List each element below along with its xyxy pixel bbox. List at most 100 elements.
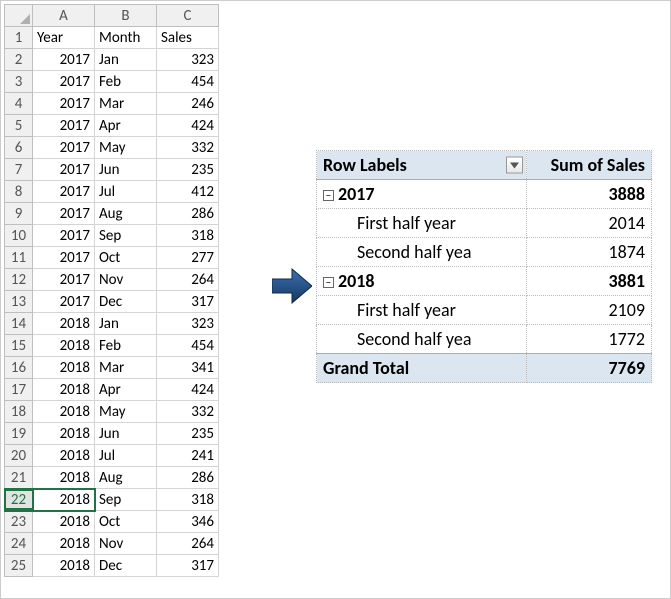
header-year[interactable]: Year [33,27,95,49]
row-header[interactable]: 4 [5,93,33,115]
cell-year[interactable]: 2017 [33,181,95,203]
cell-sales[interactable]: 264 [157,533,219,555]
row-header[interactable]: 5 [5,115,33,137]
cell-sales[interactable]: 317 [157,291,219,313]
cell-sales[interactable]: 454 [157,71,219,93]
pivot-year-label[interactable]: −2017 [317,180,527,209]
row-header[interactable]: 2 [5,49,33,71]
cell-month[interactable]: Jan [95,313,157,335]
row-header[interactable]: 23 [5,511,33,533]
cell-month[interactable]: Nov [95,533,157,555]
cell-month[interactable]: Jan [95,49,157,71]
header-month[interactable]: Month [95,27,157,49]
cell-month[interactable]: Jul [95,181,157,203]
cell-month[interactable]: Sep [95,489,157,511]
row-header[interactable]: 9 [5,203,33,225]
cell-year[interactable]: 2017 [33,49,95,71]
cell-month[interactable]: Feb [95,335,157,357]
row-header[interactable]: 19 [5,423,33,445]
cell-sales[interactable]: 323 [157,49,219,71]
pivot-row-labels-header[interactable]: Row Labels [317,151,527,180]
cell-sales[interactable]: 424 [157,115,219,137]
row-header[interactable]: 1 [5,27,33,49]
row-header[interactable]: 25 [5,555,33,577]
cell-sales[interactable]: 424 [157,379,219,401]
row-header[interactable]: 16 [5,357,33,379]
cell-month[interactable]: Apr [95,379,157,401]
cell-sales[interactable]: 318 [157,489,219,511]
cell-month[interactable]: Feb [95,71,157,93]
cell-year[interactable]: 2018 [33,467,95,489]
cell-year[interactable]: 2018 [33,511,95,533]
cell-year[interactable]: 2018 [33,357,95,379]
header-sales[interactable]: Sales [157,27,219,49]
row-header[interactable]: 13 [5,291,33,313]
cell-month[interactable]: Jun [95,159,157,181]
select-all-corner[interactable] [5,5,33,27]
cell-year[interactable]: 2018 [33,423,95,445]
row-header[interactable]: 12 [5,269,33,291]
row-header[interactable]: 18 [5,401,33,423]
row-header[interactable]: 22 [5,489,33,511]
cell-year[interactable]: 2017 [33,225,95,247]
cell-year[interactable]: 2017 [33,71,95,93]
cell-sales[interactable]: 246 [157,93,219,115]
cell-month[interactable]: Mar [95,93,157,115]
cell-month[interactable]: Oct [95,511,157,533]
cell-year[interactable]: 2018 [33,401,95,423]
cell-year[interactable]: 2018 [33,445,95,467]
row-header[interactable]: 3 [5,71,33,93]
cell-sales[interactable]: 323 [157,313,219,335]
cell-year[interactable]: 2017 [33,247,95,269]
row-header[interactable]: 6 [5,137,33,159]
cell-sales[interactable]: 454 [157,335,219,357]
row-header[interactable]: 21 [5,467,33,489]
cell-sales[interactable]: 286 [157,203,219,225]
row-header[interactable]: 24 [5,533,33,555]
cell-sales[interactable]: 346 [157,511,219,533]
cell-sales[interactable]: 264 [157,269,219,291]
cell-month[interactable]: Aug [95,203,157,225]
filter-dropdown-button[interactable] [506,157,523,174]
cell-sales[interactable]: 286 [157,467,219,489]
cell-year[interactable]: 2017 [33,93,95,115]
column-header-c[interactable]: C [157,5,219,27]
row-header[interactable]: 11 [5,247,33,269]
cell-sales[interactable]: 412 [157,181,219,203]
cell-month[interactable]: Dec [95,555,157,577]
cell-year[interactable]: 2018 [33,533,95,555]
cell-sales[interactable]: 332 [157,401,219,423]
pivot-year-label[interactable]: −2018 [317,267,527,296]
row-header[interactable]: 20 [5,445,33,467]
cell-year[interactable]: 2017 [33,291,95,313]
cell-sales[interactable]: 318 [157,225,219,247]
cell-month[interactable]: May [95,137,157,159]
cell-year[interactable]: 2018 [33,379,95,401]
cell-year[interactable]: 2018 [33,335,95,357]
cell-month[interactable]: Sep [95,225,157,247]
cell-year[interactable]: 2017 [33,159,95,181]
row-header[interactable]: 15 [5,335,33,357]
cell-year[interactable]: 2017 [33,115,95,137]
cell-sales[interactable]: 235 [157,423,219,445]
cell-month[interactable]: Jun [95,423,157,445]
row-header[interactable]: 7 [5,159,33,181]
cell-month[interactable]: Aug [95,467,157,489]
pivot-item-label[interactable]: Second half yea [317,325,527,354]
cell-year[interactable]: 2017 [33,137,95,159]
cell-sales[interactable]: 277 [157,247,219,269]
cell-sales[interactable]: 317 [157,555,219,577]
cell-sales[interactable]: 241 [157,445,219,467]
cell-month[interactable]: Apr [95,115,157,137]
cell-year[interactable]: 2017 [33,269,95,291]
cell-month[interactable]: Nov [95,269,157,291]
cell-sales[interactable]: 332 [157,137,219,159]
pivot-item-label[interactable]: First half year [317,296,527,325]
cell-sales[interactable]: 341 [157,357,219,379]
pivot-item-label[interactable]: Second half yea [317,238,527,267]
row-header[interactable]: 14 [5,313,33,335]
row-header[interactable]: 17 [5,379,33,401]
cell-month[interactable]: Jul [95,445,157,467]
column-header-b[interactable]: B [95,5,157,27]
cell-year[interactable]: 2018 [33,489,95,511]
